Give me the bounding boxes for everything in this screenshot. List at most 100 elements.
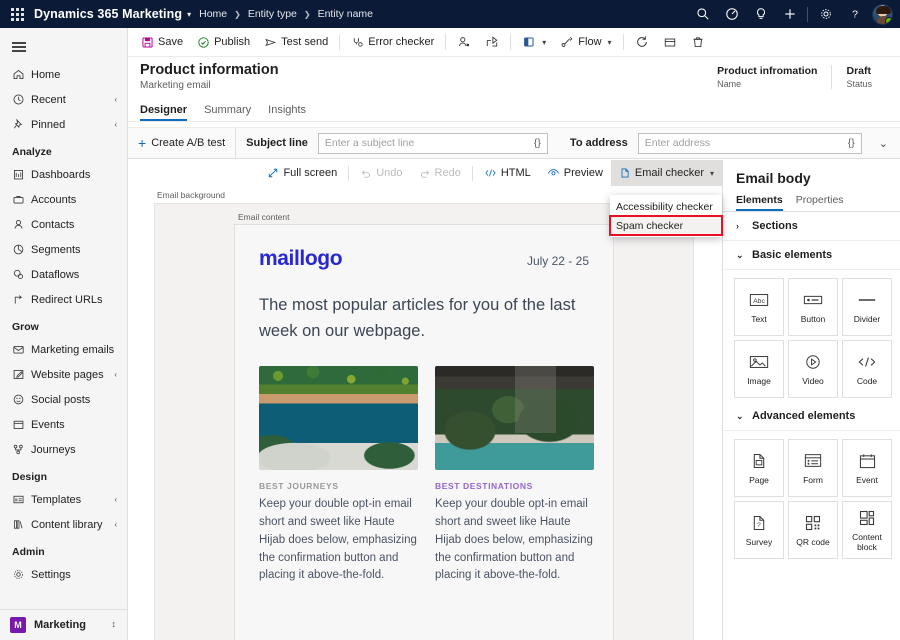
test-send-button[interactable]: Test send <box>257 30 335 55</box>
element-card-qr-code[interactable]: QR code <box>788 501 838 559</box>
lightbulb-icon[interactable] <box>746 0 775 28</box>
menu-item-accessibility-checker[interactable]: Accessibility checker <box>610 197 722 216</box>
full-screen-button[interactable]: Full screen <box>259 160 345 186</box>
chevron-down-icon[interactable]: ▾ <box>710 169 714 178</box>
tab-insights[interactable]: Insights <box>268 104 315 121</box>
save-button[interactable]: Save <box>134 30 190 55</box>
email-body-copy[interactable]: Keep your double opt-in email short and … <box>259 496 418 585</box>
chevron-left-icon[interactable]: ‹ <box>114 95 117 104</box>
sidebar-item-templates[interactable]: Templates ‹ <box>0 487 127 512</box>
email-column[interactable]: BEST JOURNEYS Keep your double opt-in em… <box>259 366 418 585</box>
gear-icon[interactable] <box>811 0 840 28</box>
element-card-event[interactable]: Event <box>842 439 892 497</box>
chevron-left-icon[interactable]: ‹ <box>114 120 117 129</box>
personalization-brace-icon[interactable]: {} <box>534 137 541 149</box>
subject-input[interactable]: Enter a subject line {} <box>318 133 548 154</box>
brand-title[interactable]: Dynamics 365 Marketing <box>34 7 182 21</box>
create-ab-test-button[interactable]: + Create A/B test <box>138 136 225 150</box>
sidebar-item-journeys[interactable]: Journeys <box>0 437 127 462</box>
email-kicker[interactable]: BEST DESTINATIONS <box>435 481 594 491</box>
personalization-brace-icon[interactable]: {} <box>848 137 855 149</box>
email-checker-button[interactable]: Email checker ▾ <box>611 160 722 186</box>
preview-button[interactable]: Preview <box>539 160 611 186</box>
garden-photo[interactable] <box>435 366 594 470</box>
pool-photo[interactable] <box>259 366 418 470</box>
to-address-input[interactable]: Enter address {} <box>638 133 862 154</box>
delete-icon[interactable] <box>684 30 712 55</box>
tab-designer[interactable]: Designer <box>140 104 196 121</box>
sidebar-item-marketing-emails[interactable]: Marketing emails <box>0 337 127 362</box>
sidebar-item-events[interactable]: Events <box>0 412 127 437</box>
element-card-text[interactable]: Abc Text <box>734 278 784 336</box>
email-body-copy[interactable]: Keep your double opt-in email short and … <box>435 496 594 585</box>
brand-chevron-down-icon[interactable]: ▾ <box>187 10 191 19</box>
chevron-left-icon[interactable]: ‹ <box>114 495 117 504</box>
element-card-divider[interactable]: Divider <box>842 278 892 336</box>
sidebar-item-contacts[interactable]: Contacts <box>0 212 127 237</box>
email-column[interactable]: BEST DESTINATIONS Keep your double opt-i… <box>435 366 594 585</box>
section-basic-elements[interactable]: ⌄ Basic elements <box>723 241 900 270</box>
email-template-icon[interactable]: ▾ <box>515 30 553 55</box>
email-heading[interactable]: The most popular articles for you of the… <box>259 293 589 344</box>
section-advanced-elements[interactable]: ⌄ Advanced elements <box>723 402 900 431</box>
chevron-left-icon[interactable]: ‹ <box>114 520 117 529</box>
sidebar-item-accounts[interactable]: Accounts <box>0 187 127 212</box>
tab-properties[interactable]: Properties <box>796 194 844 211</box>
chevron-down-icon[interactable]: ▾ <box>542 38 546 47</box>
app-selector[interactable]: M Marketing ↕ <box>0 609 127 640</box>
assign-icon[interactable] <box>450 30 478 55</box>
preview-label: Preview <box>564 167 603 179</box>
chevron-left-icon[interactable]: ‹ <box>114 370 117 379</box>
plus-icon[interactable] <box>775 0 804 28</box>
tab-elements[interactable]: Elements <box>736 194 783 211</box>
archive-icon[interactable] <box>656 30 684 55</box>
search-icon[interactable] <box>688 0 717 28</box>
sidebar-item-dataflows[interactable]: Dataflows <box>0 262 127 287</box>
element-card-button[interactable]: Button <box>788 278 838 336</box>
app-launcher-icon[interactable] <box>0 8 34 21</box>
redo-button[interactable]: Redo <box>411 160 469 186</box>
app-switcher-caret-icon[interactable]: ↕ <box>112 621 117 628</box>
element-card-form[interactable]: Form <box>788 439 838 497</box>
chevron-down-icon[interactable]: ▾ <box>608 38 612 47</box>
sidebar-item-website-pages[interactable]: Website pages ‹ <box>0 362 127 387</box>
element-card-survey[interactable]: ? Survey <box>734 501 784 559</box>
element-card-page[interactable]: Page <box>734 439 784 497</box>
element-card-image[interactable]: Image <box>734 340 784 398</box>
breadcrumb-item-entity-type[interactable]: Entity type <box>248 8 297 20</box>
html-button[interactable]: HTML <box>476 160 539 186</box>
segment-icon <box>12 243 31 256</box>
sidebar-item-recent[interactable]: Recent ‹ <box>0 87 127 112</box>
expand-chevron-icon[interactable]: ⌄ <box>879 137 888 150</box>
avatar[interactable] <box>872 4 893 25</box>
menu-item-spam-checker[interactable]: Spam checker <box>610 216 722 235</box>
sidebar-item-segments[interactable]: Segments <box>0 237 127 262</box>
sidebar-item-content-library[interactable]: Content library ‹ <box>0 512 127 537</box>
publish-button[interactable]: Publish <box>190 30 257 55</box>
sidebar-item-home[interactable]: Home <box>0 62 127 87</box>
flow-button[interactable]: Flow ▾ <box>553 30 618 55</box>
tab-summary[interactable]: Summary <box>204 104 260 121</box>
breadcrumb-item-entity-name[interactable]: Entity name <box>318 8 373 20</box>
section-sections[interactable]: › Sections <box>723 212 900 241</box>
help-icon[interactable]: ? <box>840 0 869 28</box>
breadcrumb-item-home[interactable]: Home <box>199 8 227 20</box>
refresh-icon[interactable] <box>628 30 656 55</box>
sidebar-item-dashboards[interactable]: Dashboards <box>0 162 127 187</box>
email-content[interactable]: maillogo July 22 - 25 The most popular a… <box>234 224 614 640</box>
timer-icon[interactable] <box>717 0 746 28</box>
email-kicker[interactable]: BEST JOURNEYS <box>259 481 418 491</box>
email-logo[interactable]: maillogo <box>259 247 342 271</box>
sidebar-item-social-posts[interactable]: Social posts <box>0 387 127 412</box>
undo-button[interactable]: Undo <box>352 160 410 186</box>
email-date[interactable]: July 22 - 25 <box>527 254 589 268</box>
sidebar-item-redirect-urls[interactable]: Redirect URLs <box>0 287 127 312</box>
element-card-code[interactable]: Code <box>842 340 892 398</box>
sidebar-item-settings[interactable]: Settings <box>0 562 127 587</box>
error-checker-button[interactable]: Error checker <box>344 30 441 55</box>
sidebar-item-pinned[interactable]: Pinned ‹ <box>0 112 127 137</box>
share-icon[interactable] <box>478 30 506 55</box>
menu-icon[interactable] <box>0 28 127 58</box>
element-card-content-block[interactable]: Content block <box>842 501 892 559</box>
element-card-video[interactable]: Video <box>788 340 838 398</box>
